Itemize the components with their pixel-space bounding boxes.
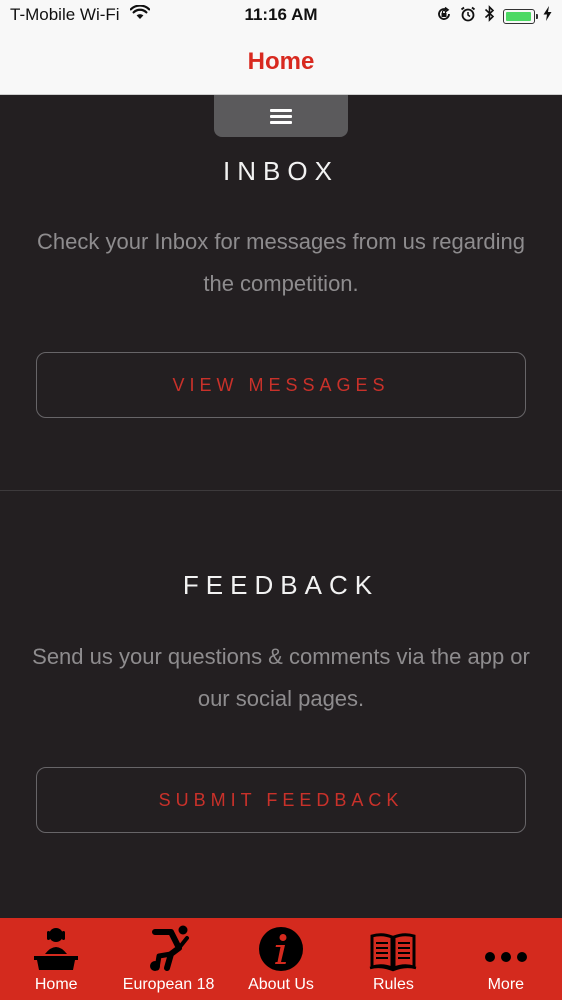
tab-label: About Us — [248, 976, 314, 993]
tab-label: European 18 — [122, 976, 215, 993]
hamburger-icon — [270, 106, 292, 127]
alarm-icon — [460, 6, 476, 27]
feedback-title: FEEDBACK — [182, 570, 380, 600]
menu-toggle-button[interactable] — [214, 95, 348, 137]
navigation-bar: Home — [0, 32, 562, 95]
inbox-title: INBOX — [223, 156, 339, 186]
tab-about-us[interactable]: About Us — [225, 918, 337, 1000]
page-title: Home — [247, 48, 315, 75]
view-messages-button[interactable]: VIEW MESSAGES — [36, 352, 526, 418]
tab-european-18[interactable]: European 18 — [112, 918, 224, 1000]
book-icon — [369, 922, 417, 972]
info-icon — [258, 922, 304, 972]
submit-feedback-button[interactable]: SUBMIT FEEDBACK — [36, 767, 526, 833]
athlete-icon — [145, 922, 193, 972]
inbox-description: Check your Inbox for messages from us re… — [37, 229, 525, 296]
section-divider — [0, 490, 562, 491]
bluetooth-icon — [484, 5, 495, 27]
battery-tip — [536, 13, 538, 19]
orientation-lock-icon — [436, 6, 452, 27]
battery-fill — [506, 11, 531, 21]
charging-icon — [543, 6, 552, 26]
tab-bar: Home European 18 About Us Rules More — [0, 918, 562, 1000]
tab-label: More — [487, 976, 525, 993]
home-icon — [32, 922, 80, 972]
tab-home[interactable]: Home — [0, 918, 112, 1000]
more-icon — [483, 922, 529, 972]
tab-label: Home — [34, 976, 78, 993]
battery-icon — [503, 8, 538, 24]
tab-rules[interactable]: Rules — [337, 918, 449, 1000]
feedback-description: Send us your questions & comments via th… — [32, 644, 530, 711]
status-indicators — [428, 5, 552, 27]
tab-label: Rules — [372, 976, 414, 993]
status-bar: T-Mobile Wi-Fi 11:16 AM — [0, 0, 562, 32]
tab-more[interactable]: More — [450, 918, 562, 1000]
